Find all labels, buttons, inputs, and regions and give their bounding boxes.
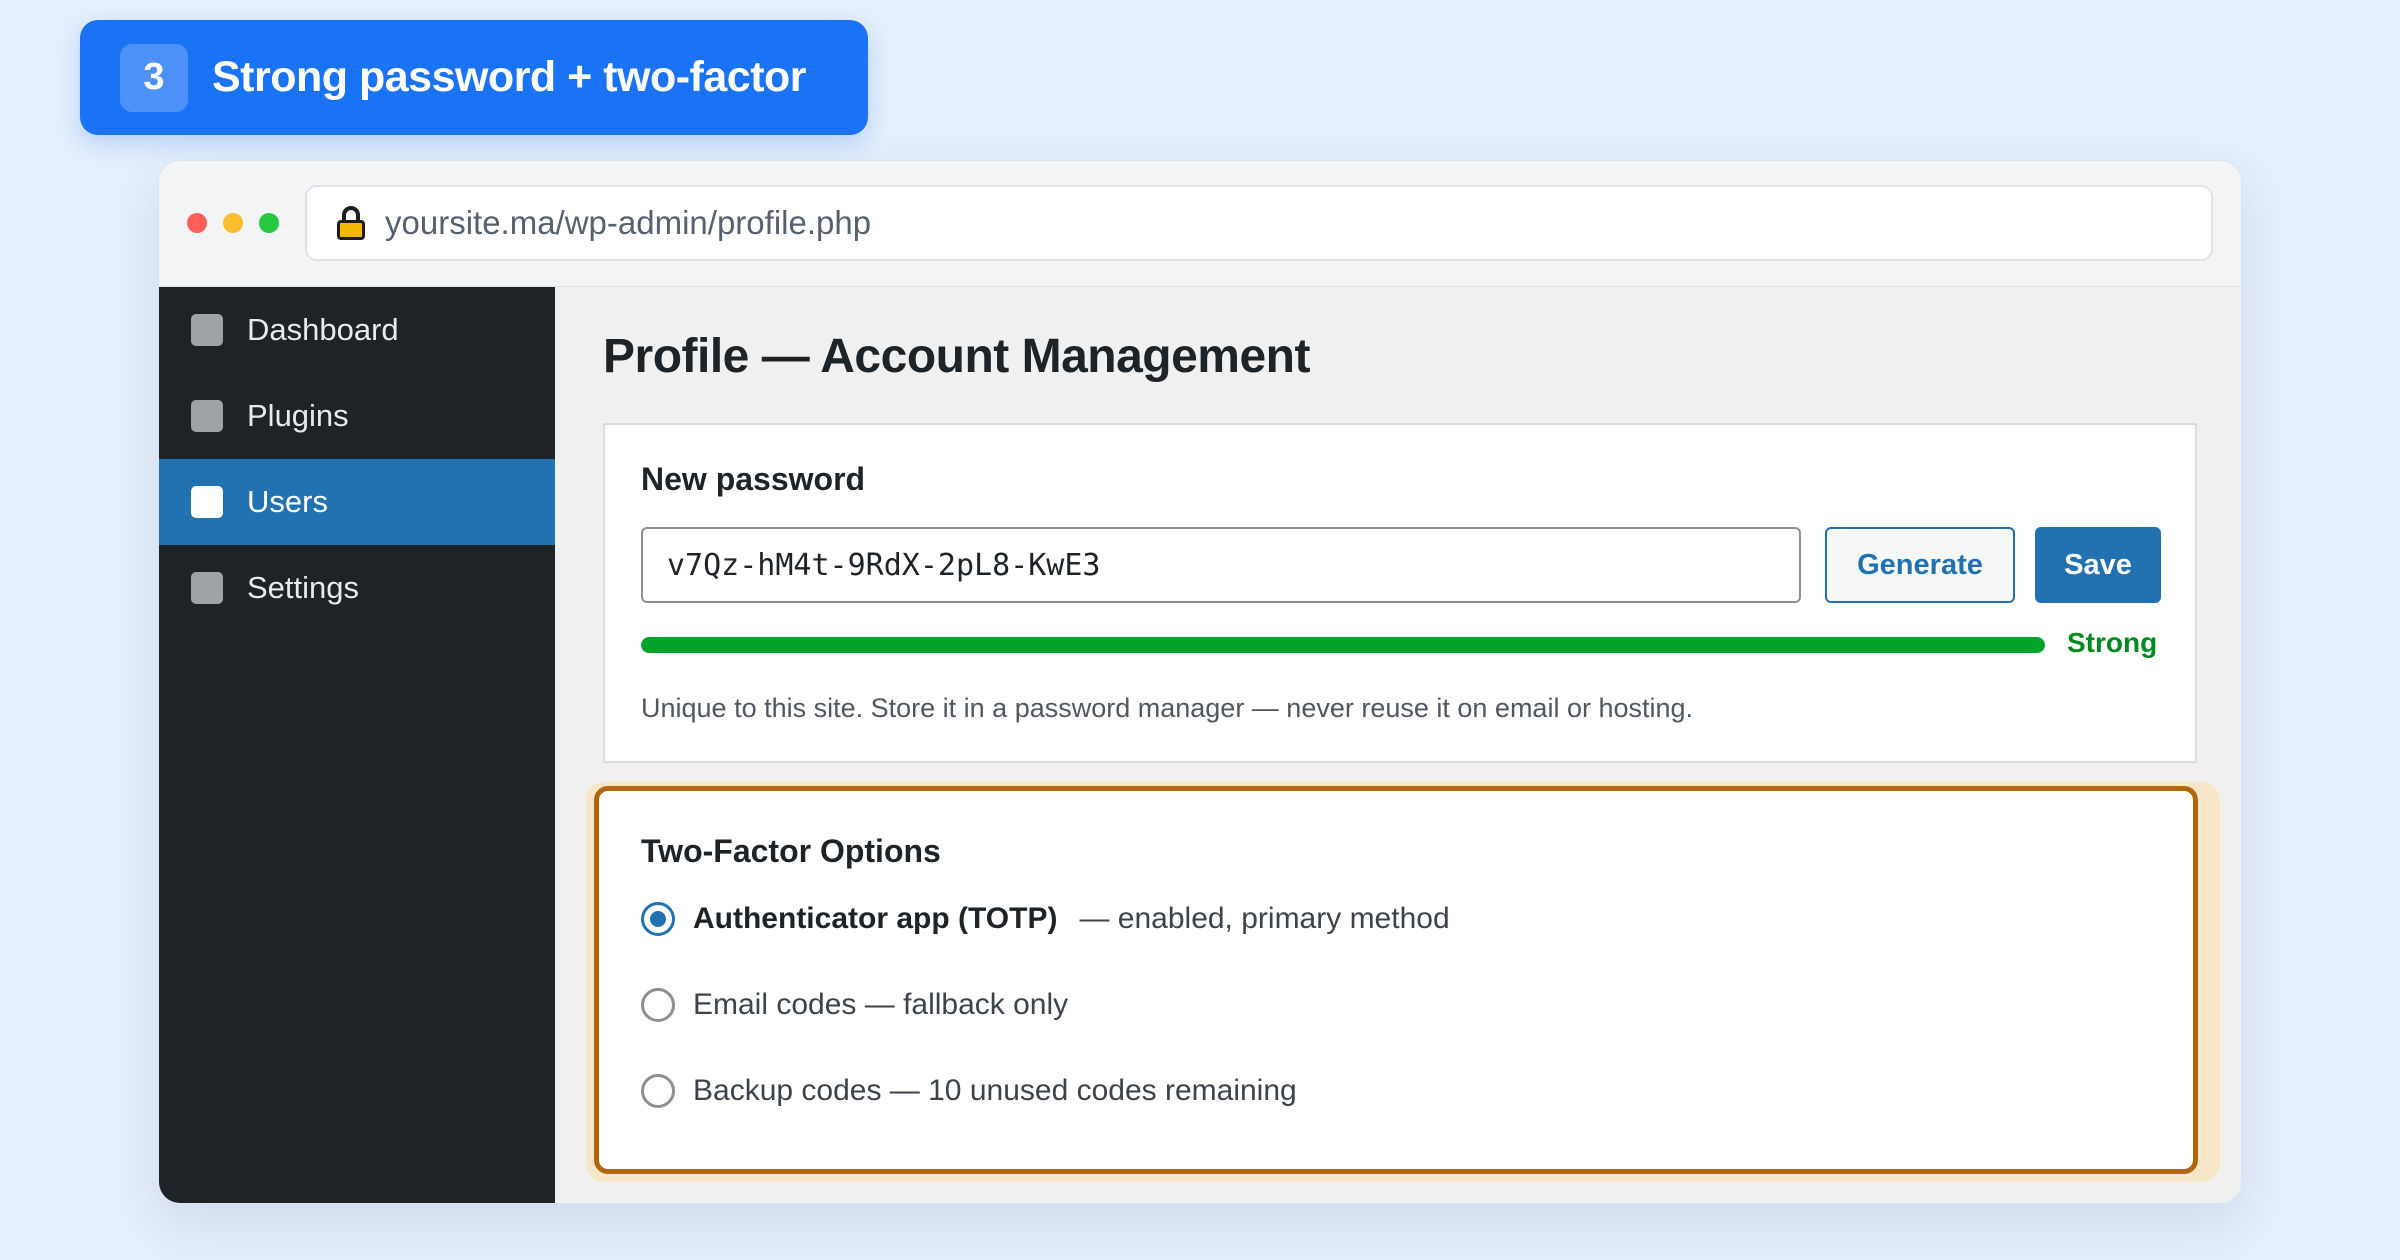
close-window-dot[interactable]	[187, 213, 207, 233]
option-description: — enabled, primary method	[1079, 902, 1450, 935]
plugins-icon	[191, 400, 223, 432]
strength-meter-fill	[641, 637, 2045, 653]
sidebar-item-label: Users	[247, 484, 328, 519]
password-card: New password v7Qz-hM4t-9RdX-2pL8-KwE3 Ge…	[603, 423, 2197, 763]
step-number-badge: 3	[120, 43, 188, 112]
two-factor-card: Two-Factor Options Authenticator app (TO…	[594, 786, 2198, 1174]
option-description: Email codes — fallback only	[693, 988, 1069, 1021]
radio-button[interactable]	[641, 902, 675, 936]
two-factor-heading: Two-Factor Options	[641, 833, 941, 869]
step-title: Strong password + two-factor	[212, 53, 807, 101]
sidebar-item-plugins[interactable]: Plugins	[159, 373, 555, 459]
password-help-text: Unique to this site. Store it in a passw…	[641, 693, 1694, 723]
radio-button[interactable]	[641, 1074, 675, 1108]
settings-icon	[191, 572, 223, 604]
generate-button[interactable]: Generate	[1825, 527, 2015, 603]
sidebar-item-label: Plugins	[247, 398, 349, 433]
option-title: Authenticator app (TOTP)	[693, 902, 1058, 935]
sidebar-item-settings[interactable]: Settings	[159, 545, 555, 631]
two-factor-option-backup[interactable]: Backup codes — 10 unused codes remaining	[641, 1071, 1297, 1111]
two-factor-option-email[interactable]: Email codes — fallback only	[641, 985, 1068, 1025]
admin-sidebar: Dashboard Plugins Users Settings	[159, 287, 555, 1203]
password-heading: New password	[641, 461, 866, 497]
option-description: Backup codes — 10 unused codes remaining	[693, 1074, 1297, 1107]
dashboard-icon	[191, 314, 223, 346]
address-bar[interactable]: yoursite.ma/wp-admin/profile.php	[305, 185, 2213, 261]
step-banner: 3 Strong password + two-factor	[80, 20, 868, 135]
minimize-window-dot[interactable]	[223, 213, 243, 233]
maximize-window-dot[interactable]	[259, 213, 279, 233]
two-factor-option-totp[interactable]: Authenticator app (TOTP) — enabled, prim…	[641, 899, 1450, 939]
save-button[interactable]: Save	[2035, 527, 2161, 603]
lock-icon	[337, 206, 365, 240]
browser-chrome: yoursite.ma/wp-admin/profile.php	[159, 161, 2241, 287]
sidebar-item-users[interactable]: Users	[159, 459, 555, 545]
users-icon	[191, 486, 223, 518]
password-input[interactable]: v7Qz-hM4t-9RdX-2pL8-KwE3	[641, 527, 1801, 603]
sidebar-item-label: Settings	[247, 570, 360, 605]
sidebar-item-label: Dashboard	[247, 312, 399, 347]
address-url: yoursite.ma/wp-admin/profile.php	[385, 204, 872, 241]
radio-button[interactable]	[641, 988, 675, 1022]
sidebar-item-dashboard[interactable]: Dashboard	[159, 287, 555, 373]
page-title: Profile — Account Management	[603, 330, 1310, 383]
strength-meter	[641, 637, 2045, 653]
strength-label: Strong	[2067, 627, 2158, 658]
